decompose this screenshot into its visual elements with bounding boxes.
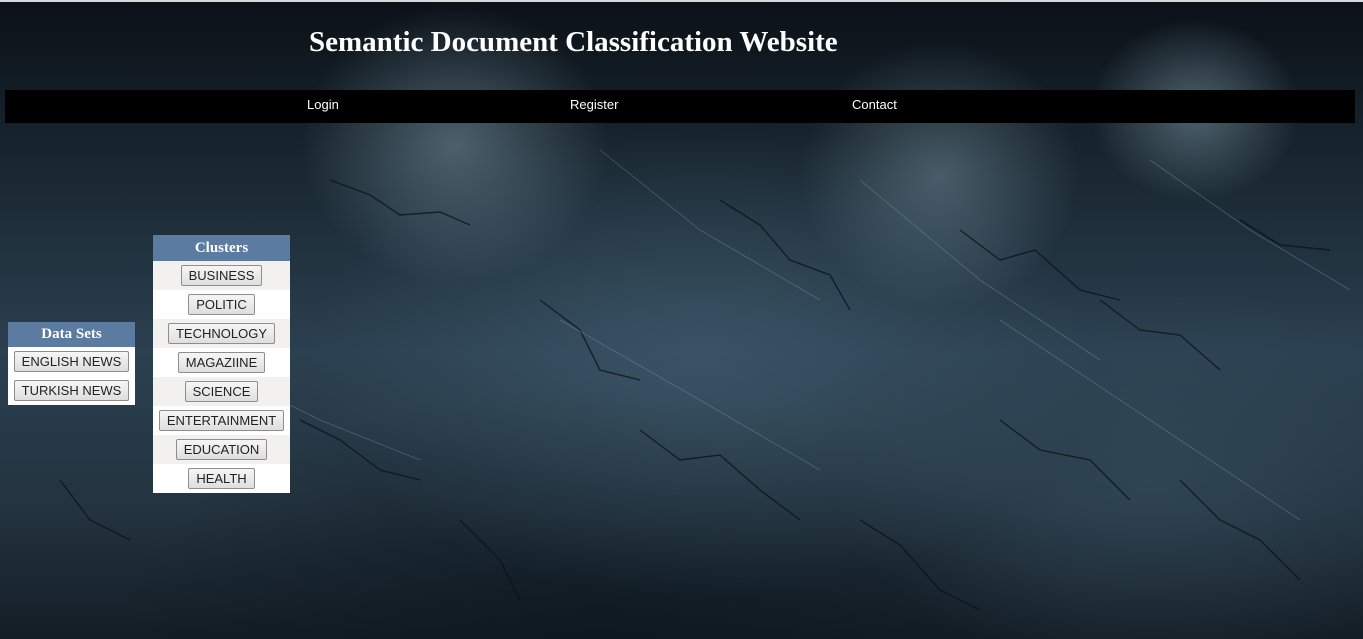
- dataset-row: TURKISH NEWS: [8, 376, 135, 405]
- nav-contact-link[interactable]: Contact: [852, 90, 897, 119]
- main-navbar: Login Register Contact: [5, 90, 1355, 123]
- dataset-row: ENGLISH NEWS: [8, 347, 135, 376]
- dataset-english-news-button[interactable]: ENGLISH NEWS: [13, 351, 130, 372]
- cluster-education-button[interactable]: EDUCATION: [175, 439, 268, 460]
- clusters-panel: Clusters BUSINESS POLITIC TECHNOLOGY MAG…: [153, 235, 290, 493]
- cluster-row: ENTERTAINMENT: [153, 406, 290, 435]
- cluster-row: EDUCATION: [153, 435, 290, 464]
- cluster-technology-button[interactable]: TECHNOLOGY: [167, 323, 275, 344]
- clusters-header: Clusters: [153, 235, 290, 261]
- cluster-row: MAGAZIINE: [153, 348, 290, 377]
- cluster-magazine-button[interactable]: MAGAZIINE: [177, 352, 266, 373]
- window-top-edge: [0, 0, 1363, 2]
- cluster-row: SCIENCE: [153, 377, 290, 406]
- cluster-row: POLITIC: [153, 290, 290, 319]
- cluster-business-button[interactable]: BUSINESS: [180, 265, 263, 286]
- cluster-row: TECHNOLOGY: [153, 319, 290, 348]
- dataset-turkish-news-button[interactable]: TURKISH NEWS: [13, 380, 130, 401]
- site-title: Semantic Document Classification Website: [309, 26, 838, 58]
- cluster-politic-button[interactable]: POLITIC: [188, 294, 255, 315]
- nav-login-link[interactable]: Login: [307, 90, 339, 119]
- cluster-row: HEALTH: [153, 464, 290, 493]
- cluster-row: BUSINESS: [153, 261, 290, 290]
- cluster-science-button[interactable]: SCIENCE: [184, 381, 259, 402]
- nav-register-link[interactable]: Register: [570, 90, 618, 119]
- cluster-entertainment-button[interactable]: ENTERTAINMENT: [158, 410, 285, 431]
- cluster-health-button[interactable]: HEALTH: [188, 468, 255, 489]
- datasets-header: Data Sets: [8, 322, 135, 347]
- datasets-panel: Data Sets ENGLISH NEWS TURKISH NEWS: [8, 322, 135, 405]
